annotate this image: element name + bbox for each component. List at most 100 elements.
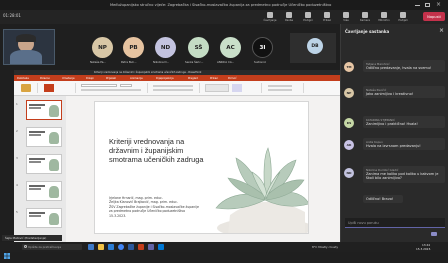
arrange-icon[interactable] (232, 84, 242, 92)
tab-slideshow[interactable]: Dijaprojekcija (156, 77, 174, 80)
participants-overflow[interactable]: 3I (252, 37, 273, 58)
raise-hand-button[interactable]: Podigni (300, 11, 316, 23)
tab-file[interactable]: Datoteka (17, 77, 29, 80)
thumb-number: 5 (16, 210, 18, 214)
mic-button[interactable]: Mikrofon (376, 11, 392, 23)
shapes-gallery[interactable] (205, 84, 229, 92)
slide-canvas[interactable]: Kriteriji vrednovanja na državnim i župa… (94, 101, 309, 234)
thumb-number: 3 (16, 156, 18, 160)
people-button[interactable]: Osobe (281, 11, 297, 23)
more-icon (343, 12, 349, 18)
shared-powerpoint-window: Kriteriji vrednovanja na državnim i župa… (14, 70, 340, 246)
chat-compose-input[interactable]: Upiši novu poruku (345, 218, 445, 228)
tab-transitions[interactable]: Prijelazi (106, 77, 116, 80)
ppt-window-title: Kriteriji vrednovanja na državnim i župa… (94, 71, 202, 74)
powerpoint-icon[interactable] (138, 244, 144, 250)
leave-label: Napusti (427, 14, 441, 19)
participant-avatar[interactable]: PB (123, 37, 144, 58)
more-button[interactable]: Više (338, 11, 354, 23)
paragraph-group[interactable] (150, 83, 200, 93)
search-icon (24, 245, 27, 248)
message-text: Hvala na izvrsnom predavanju! (366, 144, 421, 148)
chat-message[interactable]: KATARINA STJEPANIĆ Zanimljivo i praktičn… (363, 116, 445, 129)
tab-view[interactable]: Prikaz (210, 77, 218, 80)
camera-button[interactable]: Kamera (357, 11, 373, 23)
share-button[interactable]: Podijeli (395, 11, 411, 23)
participant-avatar[interactable]: NP (92, 37, 113, 58)
slide-thumbnail[interactable] (26, 181, 62, 201)
chat-message[interactable]: Odlično! Bravo! (363, 195, 403, 204)
thumb-number: 1 (16, 102, 18, 106)
participant-name: Senka Šaric... (185, 60, 204, 64)
slides-group[interactable] (40, 83, 76, 93)
people-label: Osobe (284, 19, 294, 22)
tab-review[interactable]: Pregled (188, 77, 198, 80)
teams-icon[interactable] (148, 244, 154, 250)
windows-start-icon[interactable] (4, 244, 10, 259)
editing-group[interactable] (264, 83, 304, 93)
participant-name: Nataša Pa... (90, 60, 106, 64)
tab-animations[interactable]: Animacije (130, 77, 143, 80)
minimize-icon[interactable] (415, 5, 420, 6)
search-placeholder: Upišite za pretraživanje (28, 245, 62, 249)
tab-home[interactable]: Polazno (40, 77, 50, 80)
view-icon (324, 12, 330, 18)
avatar-initials: ND (346, 171, 352, 175)
replace-button[interactable] (268, 89, 292, 91)
maximize-icon[interactable] (425, 3, 430, 7)
drawing-group[interactable] (202, 83, 262, 93)
word-icon[interactable] (128, 244, 134, 250)
chat-message[interactable]: Nataša Pavičić Jako zanimljivo i kreativ… (363, 86, 445, 99)
share-icon (400, 12, 406, 18)
chrome-icon[interactable] (118, 244, 124, 250)
participant-avatar[interactable]: SŠ (188, 37, 209, 58)
avatar-initials: ND (160, 44, 171, 51)
weather-widget[interactable]: 8°C Mostly cloudy (312, 245, 338, 249)
meeting-timer: 01:28:01 (3, 13, 21, 18)
edge-icon[interactable] (108, 244, 114, 250)
view-button[interactable]: Prikaz (319, 11, 335, 23)
font-size-box[interactable] (120, 84, 132, 87)
tab-insert[interactable]: Umetanje (62, 77, 75, 80)
file-explorer-icon[interactable] (98, 244, 104, 250)
slide-title: Kriteriji vrednovanja na državnim i župa… (109, 137, 204, 164)
clipboard-group[interactable] (16, 83, 38, 93)
chat-message[interactable]: Tatjana Marohnić Odlično predavanje, hva… (363, 60, 445, 73)
align-buttons (153, 89, 193, 91)
taskbar-search-box[interactable]: Upišite za pretraživanje (22, 244, 82, 250)
find-button[interactable] (268, 85, 292, 87)
chat-message[interactable]: Anita Kopun Hvala na izvrsnom predavanju… (363, 138, 445, 151)
clock-date[interactable]: 15.3.2023. (416, 247, 431, 251)
font-name-box[interactable] (81, 84, 117, 87)
slide-thumbnail[interactable] (26, 100, 62, 120)
chat-button[interactable]: Čavrljanje (262, 11, 278, 23)
font-format-buttons[interactable] (81, 89, 141, 91)
send-icon[interactable] (431, 232, 437, 236)
self-video[interactable] (3, 29, 55, 65)
view-label: Prikaz (323, 19, 331, 22)
avatar-initials: NP (346, 91, 352, 95)
slide-thumbnail[interactable] (26, 208, 62, 228)
participant-avatar[interactable]: AC (220, 37, 241, 58)
participant-name: ANKICA CA... (217, 60, 235, 64)
task-view-icon[interactable] (88, 244, 94, 250)
outlook-icon[interactable] (158, 244, 164, 250)
avatar-initials: SŠ (194, 44, 203, 51)
compose-placeholder: Upiši novu poruku (348, 221, 379, 225)
slide-thumbnail[interactable] (26, 127, 62, 147)
avatar-initials: PB (129, 44, 138, 51)
close-chat-icon[interactable]: × (439, 27, 444, 34)
font-group[interactable] (78, 83, 148, 93)
chat-message[interactable]: Nikolina Dumbić Gladić Zanima me koliko … (363, 166, 445, 183)
tab-help[interactable]: Pomoć (228, 77, 237, 80)
mic-icon (381, 12, 387, 18)
tab-design[interactable]: Dizajn (86, 77, 94, 80)
participant-tile[interactable]: DB (290, 33, 336, 63)
participant-avatar[interactable]: ND (155, 37, 176, 58)
close-icon[interactable]: × (436, 1, 441, 8)
slide-thumbnail[interactable] (26, 154, 62, 174)
window-title: Međužupanijsko stručno vijeće: Zagrebačk… (110, 3, 332, 7)
leave-button[interactable]: Napusti (423, 12, 445, 21)
message-text: Zanima me koliko pod koliko u kakvom je … (366, 172, 439, 181)
slide-body: Irjelane Hrnarić, mag. prim. educ. Željk… (109, 196, 219, 218)
